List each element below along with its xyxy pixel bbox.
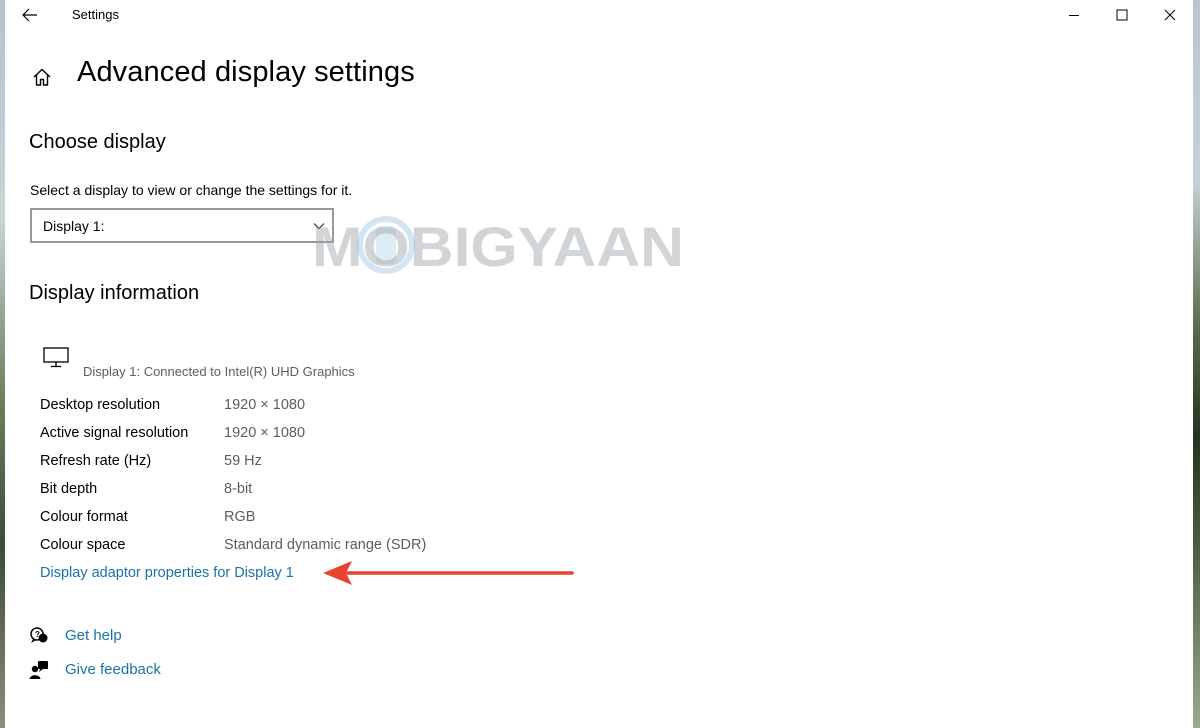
home-button[interactable]: [29, 64, 55, 90]
info-label: Bit depth: [40, 481, 98, 497]
choose-display-description: Select a display to view or change the s…: [30, 182, 353, 198]
desktop-wallpaper-right: [1193, 0, 1200, 728]
info-label: Active signal resolution: [40, 425, 189, 441]
get-help-link[interactable]: ? Get help: [29, 624, 229, 648]
info-row-desktop-resolution: Desktop resolution 1920 × 1080: [40, 397, 640, 417]
info-value: 1920 × 1080: [224, 425, 306, 441]
minimize-icon: [1069, 15, 1079, 16]
mobigyaan-watermark: MOBIGYAAN: [312, 215, 684, 276]
info-value: Standard dynamic range (SDR): [224, 537, 427, 553]
info-label: Refresh rate (Hz): [40, 453, 152, 469]
home-icon: [33, 68, 51, 86]
close-icon: [1164, 9, 1176, 21]
back-button[interactable]: [15, 2, 45, 28]
display-dropdown-value: Display 1:: [43, 218, 105, 234]
info-label: Colour space: [40, 537, 126, 553]
info-row-colour-space: Colour space Standard dynamic range (SDR…: [40, 537, 640, 557]
give-feedback-label: Give feedback: [65, 661, 161, 678]
info-value: RGB: [224, 509, 256, 525]
title-bar: Settings: [5, 0, 1193, 30]
display-information-heading: Display information: [29, 282, 200, 304]
choose-display-heading: Choose display: [29, 131, 166, 153]
info-row-colour-format: Colour format RGB: [40, 509, 640, 529]
display-adaptor-properties-link[interactable]: Display adaptor properties for Display 1: [40, 565, 294, 581]
feedback-person-icon: [29, 661, 48, 679]
info-row-refresh-rate: Refresh rate (Hz) 59 Hz: [40, 453, 640, 473]
give-feedback-link[interactable]: Give feedback: [29, 658, 229, 682]
info-label: Desktop resolution: [40, 397, 161, 413]
display-connection-text: Display 1: Connected to Intel(R) UHD Gra…: [83, 364, 355, 379]
info-value: 1920 × 1080: [224, 397, 306, 413]
info-value: 8-bit: [224, 481, 253, 497]
window-title: Settings: [72, 7, 119, 22]
info-row-active-signal-resolution: Active signal resolution 1920 × 1080: [40, 425, 640, 445]
svg-text:?: ?: [35, 630, 40, 639]
get-help-label: Get help: [65, 627, 122, 644]
info-row-bit-depth: Bit depth 8-bit: [40, 481, 640, 501]
display-dropdown[interactable]: Display 1:: [30, 208, 334, 243]
info-value: 59 Hz: [224, 453, 262, 469]
maximize-icon: [1116, 9, 1128, 21]
red-arrow-annotation: [323, 561, 574, 585]
chat-help-icon: ?: [30, 627, 48, 643]
settings-window: Settings Advanced display settings Choos…: [5, 0, 1193, 728]
monitor-icon: [43, 347, 69, 368]
watermark-text: MOBIGYAAN: [312, 215, 684, 276]
close-button[interactable]: [1147, 0, 1193, 30]
minimize-button[interactable]: [1051, 0, 1097, 30]
arrow-left-icon: [22, 8, 37, 22]
maximize-button[interactable]: [1099, 0, 1145, 30]
chevron-down-icon: [313, 223, 325, 230]
page-title: Advanced display settings: [77, 56, 415, 88]
info-label: Colour format: [40, 509, 128, 525]
